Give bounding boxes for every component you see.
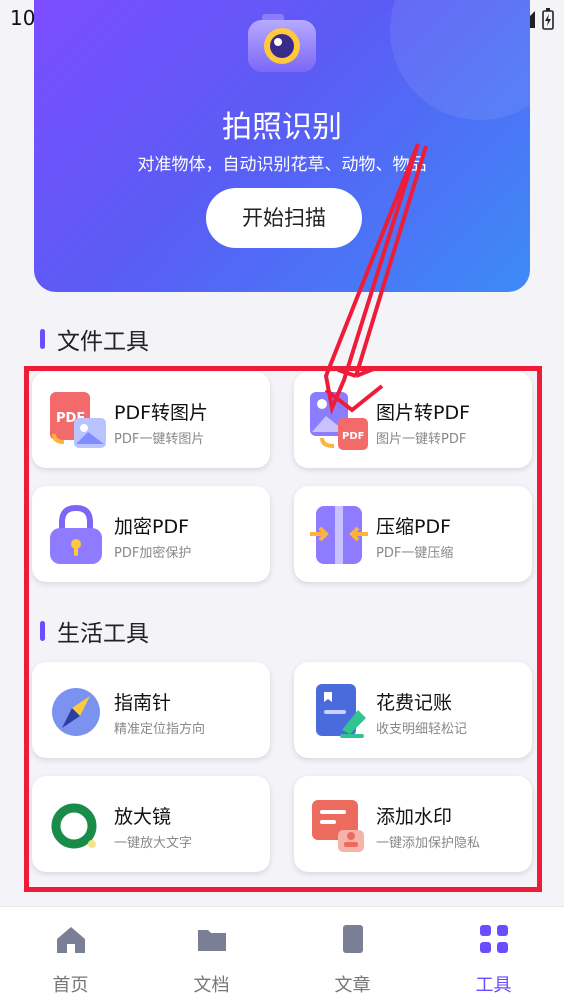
article-icon xyxy=(343,925,363,953)
nav-articles-label: 文章 xyxy=(334,975,371,996)
bottom-navigation: 首页 文档 文章 工具 xyxy=(0,906,564,1005)
annotation-arrow xyxy=(323,143,428,415)
folder-icon xyxy=(198,930,226,951)
nav-documents[interactable]: 文档 xyxy=(141,907,282,1005)
nav-tools-label: 工具 xyxy=(475,975,512,996)
nav-home[interactable]: 首页 xyxy=(0,907,141,1005)
nav-home-label: 首页 xyxy=(52,975,89,996)
nav-documents-label: 文档 xyxy=(193,975,230,996)
home-icon xyxy=(57,927,85,953)
nav-tools[interactable]: 工具 xyxy=(423,907,564,1005)
nav-articles[interactable]: 文章 xyxy=(282,907,423,1005)
grid-icon xyxy=(480,925,508,953)
